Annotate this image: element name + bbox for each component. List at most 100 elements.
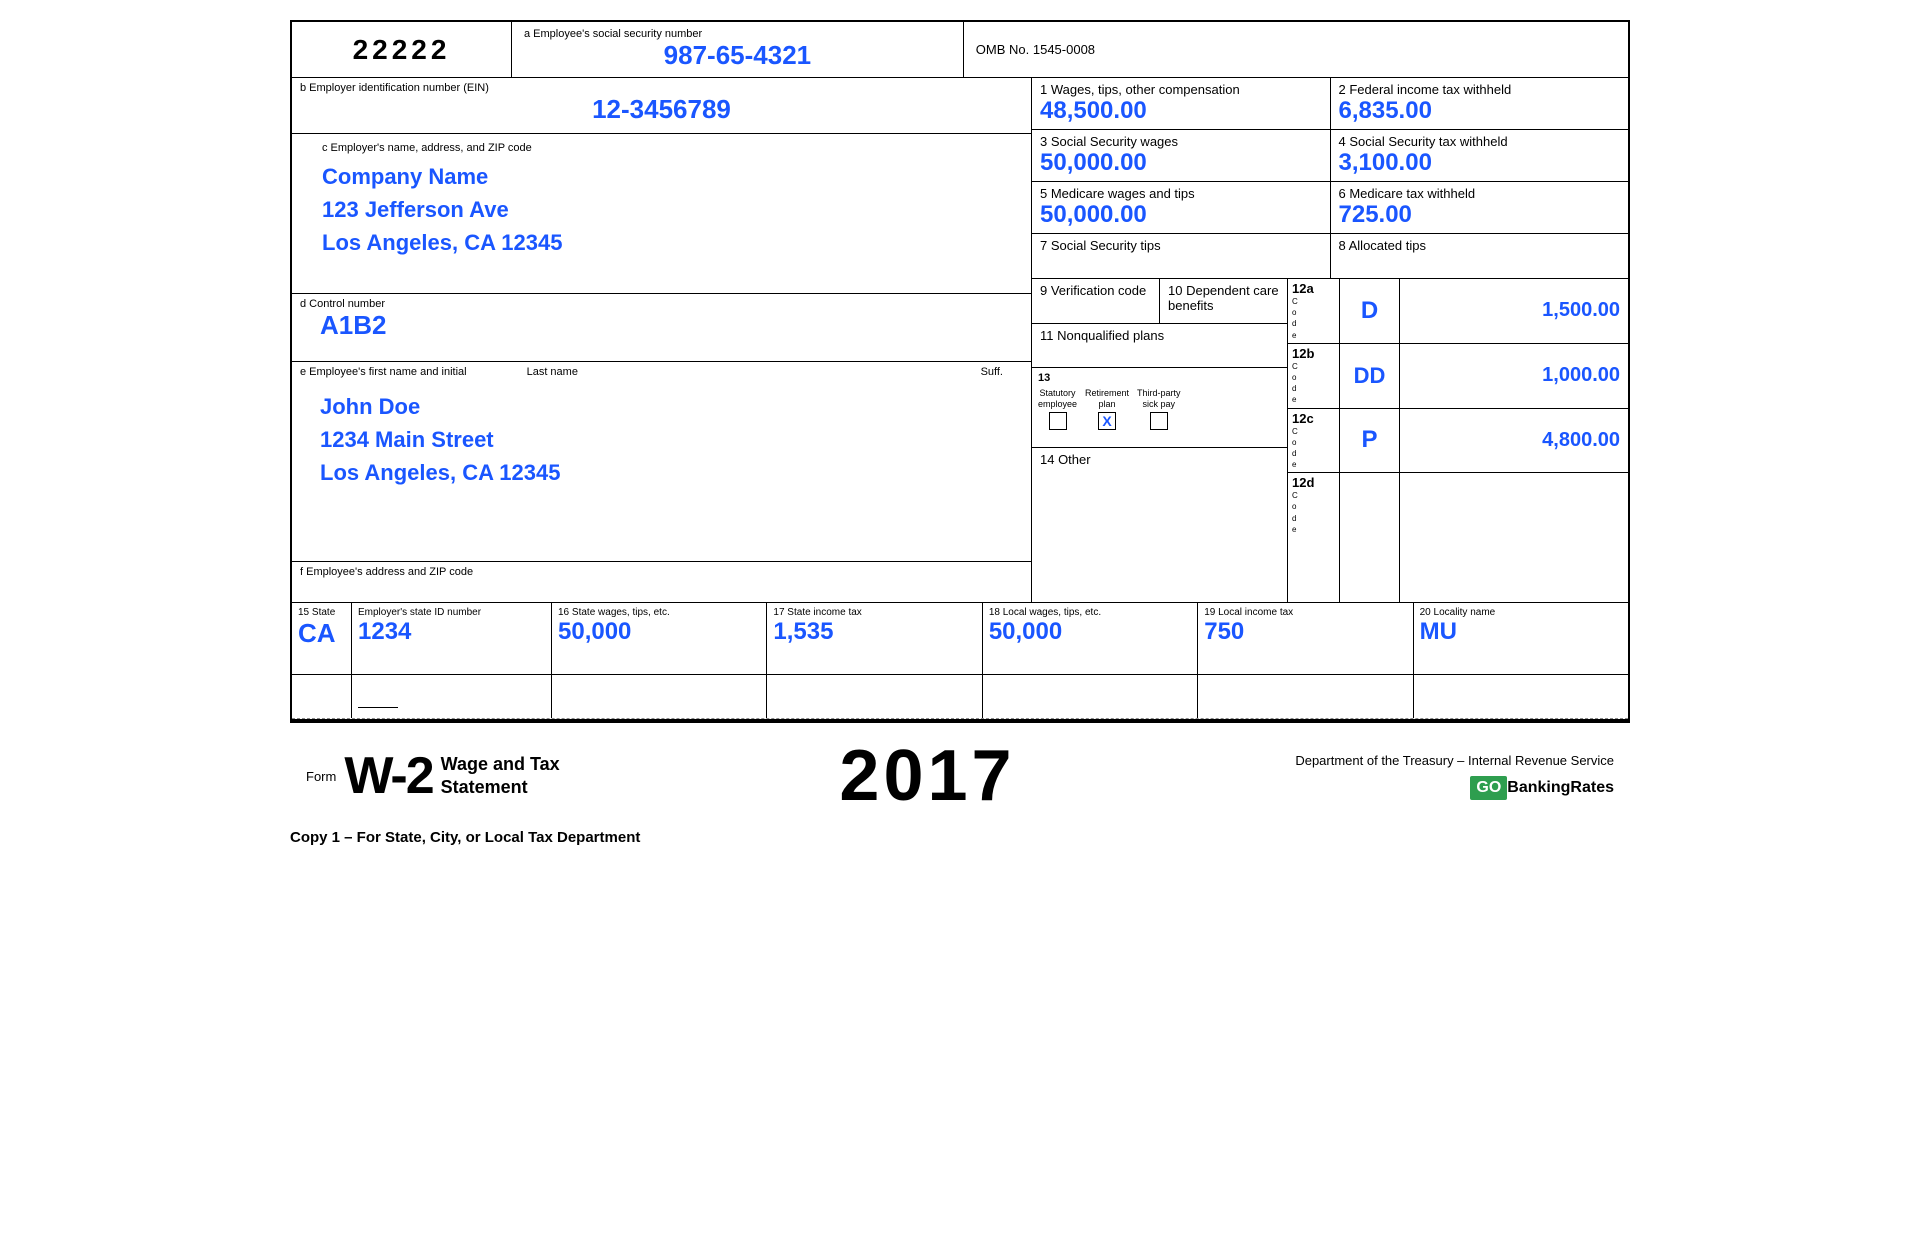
employer-city: Los Angeles, CA 12345	[322, 226, 1015, 259]
box13-label: 13	[1038, 372, 1281, 384]
control-value: A1B2	[300, 310, 1023, 341]
box-14: 14 Other	[1032, 448, 1287, 602]
box7-label: 7 Social Security tips	[1040, 238, 1322, 253]
box8-label: 8 Allocated tips	[1339, 238, 1621, 253]
row-3-4: 3 Social Security wages 50,000.00 4 Soci…	[1032, 130, 1628, 182]
box12b-code: DD	[1354, 363, 1386, 389]
tp-label: Third-partysick pay	[1137, 388, 1181, 410]
control-label: d Control number	[300, 298, 1023, 310]
row-1-2: 1 Wages, tips, other compensation 48,500…	[1032, 78, 1628, 130]
box11-label: 11 Nonqualified plans	[1040, 328, 1279, 343]
box-b: b Employer identification number (EIN) 1…	[292, 78, 1031, 134]
box13-checkboxes: Statutoryemployee Retirementplan X Third…	[1038, 388, 1281, 430]
box-12d-row: 12d Code	[1288, 473, 1628, 602]
box-3: 3 Social Security wages 50,000.00	[1032, 130, 1331, 181]
box-7: 7 Social Security tips	[1032, 234, 1331, 278]
footer-left: Form W-2 Wage and Tax Statement	[306, 746, 560, 806]
box12b-code-area: DD	[1340, 344, 1400, 408]
state-row2-cell4	[767, 675, 982, 718]
footer-statement: Statement	[441, 776, 560, 799]
box16-value: 50,000	[558, 618, 760, 646]
box17: 17 State income tax 1,535	[767, 603, 982, 674]
box9-label: 9 Verification code	[1040, 283, 1151, 298]
gobankingrates-logo: GO BankingRates	[1295, 776, 1614, 800]
box12a-code: D	[1361, 297, 1378, 325]
ssn-value: 987-65-4321	[524, 40, 951, 71]
state-row2-cell5	[983, 675, 1198, 718]
box3-value: 50,000.00	[1040, 149, 1322, 177]
box-12a-row: 12a Code D 1,500.00	[1288, 279, 1628, 344]
employee-addr-label: f Employee's address and ZIP code	[300, 566, 1023, 578]
stat-label: Statutoryemployee	[1038, 388, 1077, 410]
footer-right: Department of the Treasury – Internal Re…	[1295, 753, 1614, 800]
box1-value: 48,500.00	[1040, 97, 1322, 125]
box12c-label-area: 12c Code	[1288, 409, 1340, 473]
box-e: e Employee's first name and initial Last…	[292, 362, 1031, 562]
employer-info: Company Name 123 Jefferson Ave Los Angel…	[322, 160, 1015, 259]
box12a-code-label: Code	[1292, 296, 1335, 341]
state-id-value: 1234	[358, 618, 545, 646]
box12c-amount: 4,800.00	[1542, 429, 1620, 452]
employee-city: Los Angeles, CA 12345	[320, 456, 1023, 489]
boxes-9-14: 9 Verification code 10 Dependent care be…	[1032, 279, 1288, 602]
footer-wage: Wage and Tax	[441, 753, 560, 776]
footer-year: 2017	[839, 735, 1015, 817]
employee-name-label: e Employee's first name and initial	[300, 366, 467, 378]
box17-label: 17 State income tax	[773, 607, 975, 618]
box5-label: 5 Medicare wages and tips	[1040, 186, 1322, 201]
box3-label: 3 Social Security wages	[1040, 134, 1322, 149]
box10-label: 10 Dependent care benefits	[1168, 283, 1279, 313]
tp-checkbox	[1150, 412, 1168, 430]
box15-state: 15 State CA	[292, 603, 352, 674]
left-section: b Employer identification number (EIN) 1…	[292, 78, 1032, 602]
row-7-8: 7 Social Security tips 8 Allocated tips	[1032, 234, 1628, 279]
state-row2-cell6	[1198, 675, 1413, 718]
form-number-box: 22222	[292, 22, 512, 77]
box20: 20 Locality name MU	[1414, 603, 1628, 674]
box14-label: 14 Other	[1040, 452, 1279, 467]
stat-checkbox	[1049, 412, 1067, 430]
box12b-code-label: Code	[1292, 361, 1335, 406]
box-9: 9 Verification code	[1032, 279, 1160, 323]
box-10: 10 Dependent care benefits	[1160, 279, 1287, 323]
footer-copy: Copy 1 – For State, City, or Local Tax D…	[290, 829, 640, 846]
box-c: c Employer's name, address, and ZIP code…	[292, 134, 1031, 294]
employer-address: 123 Jefferson Ave	[322, 193, 1015, 226]
box-6: 6 Medicare tax withheld 725.00	[1331, 182, 1629, 233]
box12c-code-area: P	[1340, 409, 1400, 473]
box12c-amount-area: 4,800.00	[1400, 409, 1628, 473]
omb-number: OMB No. 1545-0008	[976, 42, 1095, 57]
ret-label: Retirementplan	[1085, 388, 1129, 410]
box-12b-row: 12b Code DD 1,000.00	[1288, 344, 1628, 409]
ret-checkbox: X	[1098, 412, 1116, 430]
box12a-code-area: D	[1340, 279, 1400, 343]
right-section: 1 Wages, tips, other compensation 48,500…	[1032, 78, 1628, 602]
suff-label: Suff.	[981, 366, 1023, 378]
box20-label: 20 Locality name	[1420, 607, 1622, 618]
omb-box: OMB No. 1545-0008	[964, 22, 1628, 77]
box-11: 11 Nonqualified plans	[1032, 324, 1287, 368]
state-row2-cell1	[292, 675, 352, 718]
footer-dept: Department of the Treasury – Internal Re…	[1295, 753, 1614, 768]
state-row-1: 15 State CA Employer's state ID number 1…	[292, 603, 1628, 675]
footer-form-label: Form	[306, 769, 336, 784]
state-row-2	[292, 675, 1628, 719]
state-row2-cell2	[352, 675, 552, 718]
box12d-label: 12d	[1292, 475, 1335, 490]
box18: 18 Local wages, tips, etc. 50,000	[983, 603, 1198, 674]
ret-plan: Retirementplan X	[1085, 388, 1129, 430]
box1-label: 1 Wages, tips, other compensation	[1040, 82, 1322, 97]
box12a-label: 12a	[1292, 281, 1335, 296]
box16: 16 State wages, tips, etc. 50,000	[552, 603, 767, 674]
box15-id: Employer's state ID number 1234	[352, 603, 552, 674]
w2-form: 22222 a Employee's social security numbe…	[290, 20, 1630, 721]
box12c-code-label: Code	[1292, 426, 1335, 471]
box-5: 5 Medicare wages and tips 50,000.00	[1032, 182, 1331, 233]
box19-label: 19 Local income tax	[1204, 607, 1406, 618]
ein-label: b Employer identification number (EIN)	[300, 82, 1023, 94]
footer-center: 2017	[839, 735, 1015, 817]
state-row2-cell7	[1414, 675, 1628, 718]
main-section: b Employer identification number (EIN) 1…	[292, 78, 1628, 603]
box12a-amount-area: 1,500.00	[1400, 279, 1628, 343]
box2-value: 6,835.00	[1339, 97, 1621, 125]
